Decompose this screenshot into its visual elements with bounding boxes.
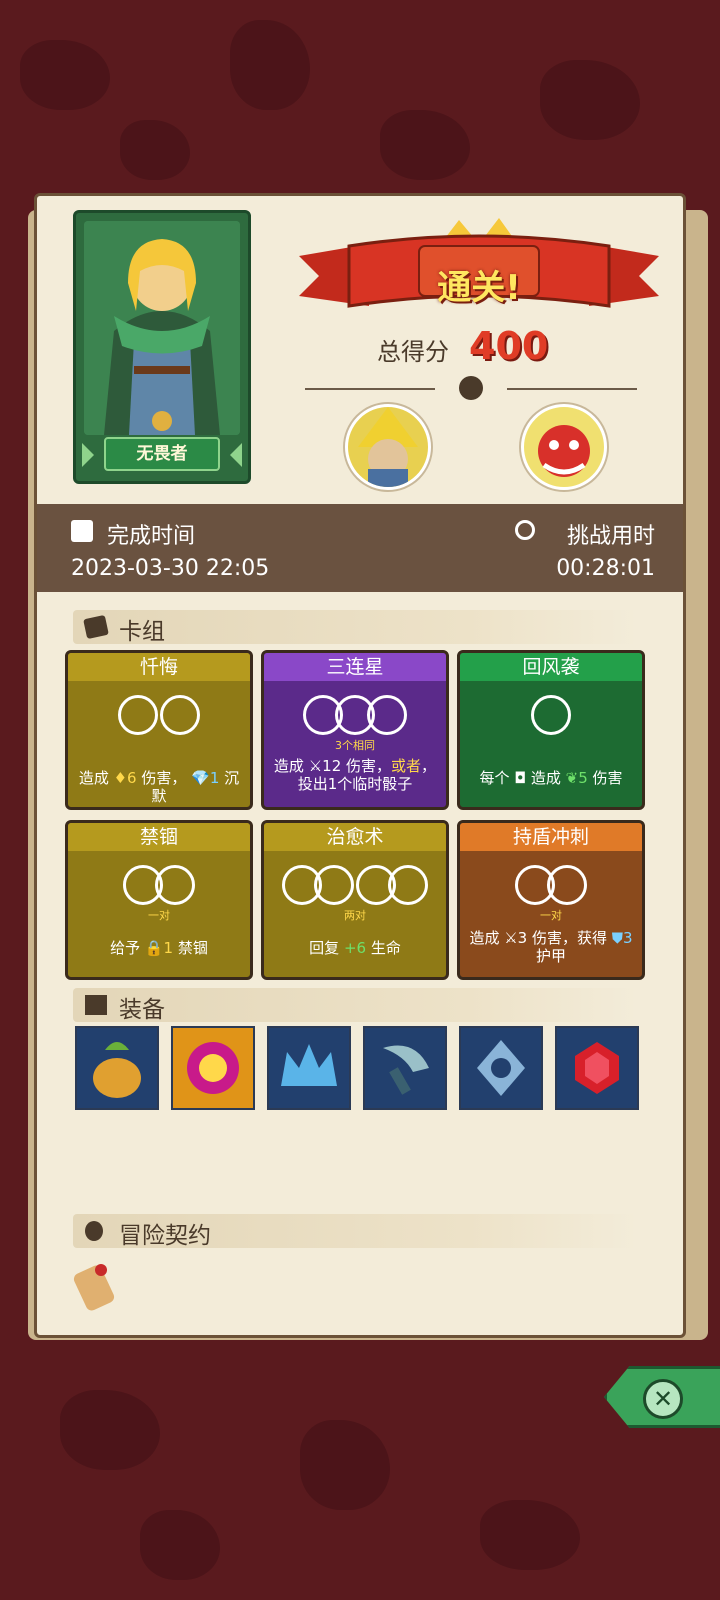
hero-portrait	[84, 221, 240, 435]
card-zhiyushu[interactable]: 治愈术 两对 回复 +6 生命	[261, 820, 449, 980]
skull-icon	[459, 376, 483, 400]
scythe-icon[interactable]	[363, 1026, 447, 1110]
card-desc: 造成 ⚔3 伤害，获得 ⛊3 护甲	[469, 929, 633, 965]
golden-pot-icon[interactable]	[75, 1026, 159, 1110]
hero-next-icon[interactable]	[230, 443, 242, 467]
card-chidunchongci[interactable]: 持盾冲刺 一对 造成 ⚔3 伤害，获得 ⛊3 护甲	[457, 820, 645, 980]
divider-left	[305, 388, 435, 390]
cube-icon	[85, 995, 107, 1015]
card-title: 禁锢	[68, 823, 250, 851]
close-icon[interactable]: ✕	[643, 1379, 683, 1419]
card-title: 三连星	[264, 653, 446, 681]
contract-title: 冒险契约	[119, 1223, 211, 1249]
score-value: 400	[469, 324, 549, 368]
card-slot-label: 3个相同	[335, 739, 375, 752]
card-title: 持盾冲刺	[460, 823, 642, 851]
scroll-icon[interactable]	[71, 1258, 121, 1312]
finish-time-label: 完成时间	[107, 524, 196, 549]
finish-time-value: 2023-03-30 22:05	[71, 556, 270, 581]
card-huifengxi[interactable]: 回风袭 每个 ◘ 造成 ❦5 伤害	[457, 650, 645, 810]
stopwatch-icon	[515, 520, 535, 540]
card-title: 回风袭	[460, 653, 642, 681]
clear-banner-text: 通关!	[437, 268, 521, 308]
duration-value: 00:28:01	[556, 556, 655, 581]
contract-header: 冒险契约	[73, 1214, 637, 1249]
snowflake-rune-icon[interactable]	[459, 1026, 543, 1110]
card-desc: 造成 ⚔12 伤害，或者，投出1个临时骰子	[273, 757, 437, 793]
card-chanhui[interactable]: 忏悔 造成 ♦6 伤害， 💎1 沉默	[65, 650, 253, 810]
card-desc: 给予 🔒1 禁锢	[110, 939, 208, 957]
hero-prev-icon[interactable]	[82, 443, 94, 467]
person-icon	[85, 1221, 103, 1241]
card-title: 治愈术	[264, 823, 446, 851]
card-desc: 回复 +6 生命	[309, 939, 401, 957]
ruby-gem-icon[interactable]	[555, 1026, 639, 1110]
cards-icon	[83, 614, 109, 640]
deck-title: 卡组	[119, 619, 165, 645]
time-band: 完成时间 2023-03-30 22:05 挑战用时 00:28:01	[37, 504, 683, 592]
score-label: 总得分	[377, 338, 449, 366]
calendar-icon	[71, 520, 93, 542]
card-sanlianxing[interactable]: 三连星 3个相同 造成 ⚔12 伤害，或者，投出1个临时骰子	[261, 650, 449, 810]
result-panel: 无畏者 通关! 总得分 400 完成时间 2023-03-30 22:05 挑战…	[34, 193, 686, 1338]
hero-name: 无畏者	[104, 437, 220, 471]
card-jingu[interactable]: 禁锢 一对 给予 🔒1 禁锢	[65, 820, 253, 980]
equipment-header: 装备	[73, 988, 637, 1023]
deck-header: 卡组	[73, 610, 637, 645]
close-button[interactable]: ✕	[604, 1366, 720, 1428]
hero-card[interactable]: 无畏者	[73, 210, 251, 484]
crown-icon[interactable]	[267, 1026, 351, 1110]
divider-right	[507, 388, 637, 390]
card-slot-label: 一对	[540, 909, 562, 922]
card-desc: 造成 ♦6 伤害， 💎1 沉默	[78, 769, 240, 805]
duration-label: 挑战用时	[566, 524, 655, 549]
opponent-avatar-demon[interactable]	[521, 404, 607, 490]
card-slot-label: 两对	[344, 909, 366, 922]
card-title: 忏悔	[68, 653, 250, 681]
card-desc: 每个 ◘ 造成 ❦5 伤害	[479, 769, 623, 787]
equipment-title: 装备	[119, 997, 165, 1023]
magic-orb-icon[interactable]	[171, 1026, 255, 1110]
opponent-avatar-wizard[interactable]	[345, 404, 431, 490]
clear-banner: 通关!	[299, 216, 659, 326]
card-slot-label: 一对	[148, 909, 170, 922]
